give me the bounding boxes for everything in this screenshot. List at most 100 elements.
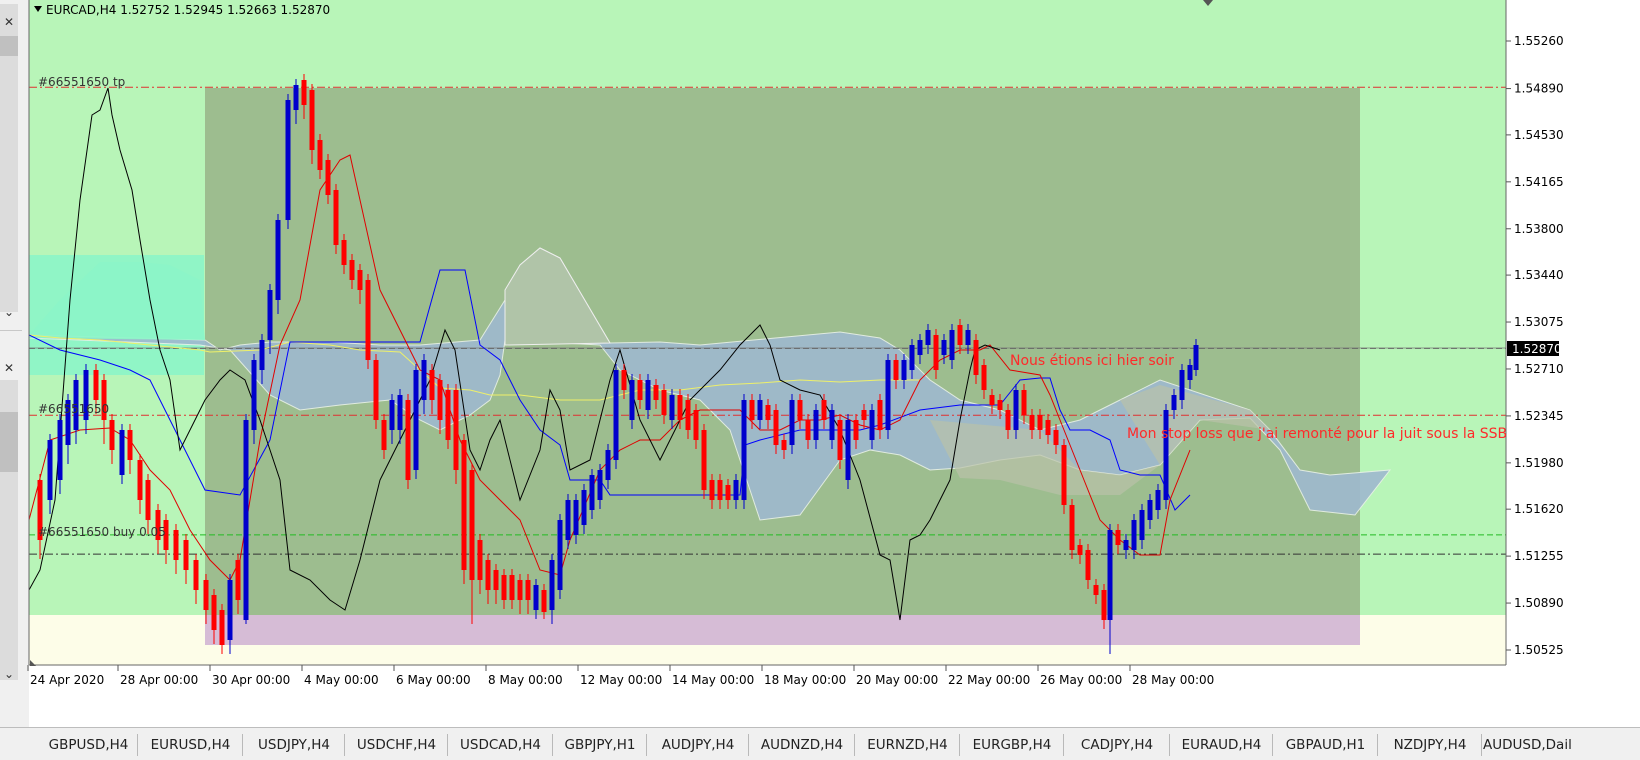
candle-body [57, 420, 63, 480]
candle-body [469, 470, 475, 580]
candle-body [925, 330, 931, 345]
candle-body [637, 380, 643, 400]
candle-body [397, 395, 403, 430]
order-label-tp: #66551650 tp [38, 75, 125, 89]
symbol-tab-euraud-h4[interactable]: EURAUD,H4 [1171, 734, 1273, 756]
candle-body [765, 405, 771, 420]
symbol-tab-usdjpy-h4[interactable]: USDJPY,H4 [244, 734, 345, 756]
time-tick-label: 20 May 00:00 [856, 673, 938, 687]
candle-body [941, 340, 947, 355]
candle-body [405, 400, 411, 480]
symbol-header: EURCAD,H4 1.52752 1.52945 1.52663 1.5287… [46, 3, 330, 17]
candle-body [461, 440, 467, 570]
candle-body [1037, 415, 1043, 430]
candle-body [1115, 530, 1121, 545]
candle-body [1147, 500, 1153, 520]
time-tick-label: 24 Apr 2020 [30, 673, 104, 687]
symbol-tab-eurusd-h4[interactable]: EURUSD,H4 [139, 734, 243, 756]
candle-body [869, 410, 875, 440]
candle-body [193, 560, 199, 590]
symbol-tab-gbpaud-h1[interactable]: GBPAUD,H1 [1274, 734, 1378, 756]
candle-body [1021, 390, 1027, 415]
candle-body [813, 410, 819, 440]
time-tick-label: 8 May 00:00 [488, 673, 563, 687]
candle-body [621, 370, 627, 390]
candle-body [477, 540, 483, 580]
candle-body [235, 560, 241, 600]
candle-body [581, 490, 587, 525]
current-price-label: 1.52870 [1512, 342, 1562, 356]
candle-body [821, 400, 827, 420]
candle-body [1101, 590, 1107, 620]
symbol-tab-audnzd-h4[interactable]: AUDNZD,H4 [750, 734, 855, 756]
symbol-tab-audjpy-h4[interactable]: AUDJPY,H4 [648, 734, 749, 756]
candle-body [389, 400, 395, 430]
symbol-tab-gbpusd-h4[interactable]: GBPUSD,H4 [40, 734, 138, 756]
time-tick-label: 4 May 00:00 [304, 673, 379, 687]
candle-body [789, 400, 795, 445]
candle-body [717, 480, 723, 500]
price-tick-label: 1.51620 [1514, 502, 1564, 516]
time-tick-label: 26 May 00:00 [1040, 673, 1122, 687]
candle-body [805, 420, 811, 440]
candle-body [1069, 505, 1075, 550]
candle-body [109, 420, 115, 450]
candle-body [877, 400, 883, 430]
candle-body [773, 410, 779, 445]
candle-body [317, 140, 323, 170]
price-chart[interactable]: EURCAD,H4 1.52752 1.52945 1.52663 1.5287… [0, 0, 1640, 727]
symbol-tab-usdchf-h4[interactable]: USDCHF,H4 [346, 734, 448, 756]
candle-body [669, 395, 675, 420]
candle-body [605, 450, 611, 480]
candle-body [227, 580, 233, 640]
time-tick-label: 30 Apr 00:00 [212, 673, 290, 687]
price-tick-label: 1.54890 [1514, 82, 1564, 96]
symbol-tab-eurnzd-h4[interactable]: EURNZD,H4 [856, 734, 960, 756]
candle-body [701, 430, 707, 490]
candle-body [829, 410, 835, 440]
candle-body [365, 280, 371, 360]
candle-body [885, 360, 891, 430]
price-tick-label: 1.53075 [1514, 315, 1564, 329]
candle-body [349, 260, 355, 280]
time-tick-label: 6 May 00:00 [396, 673, 471, 687]
candle-body [1193, 345, 1199, 370]
candle-body [597, 470, 603, 500]
symbol-tab-nzdjpy-h4[interactable]: NZDJPY,H4 [1379, 734, 1482, 756]
candle-body [613, 370, 619, 460]
candle-body [119, 430, 125, 475]
symbol-tab-gbpjpy-h1[interactable]: GBPJPY,H1 [554, 734, 647, 756]
price-tick-label: 1.53440 [1514, 268, 1564, 282]
symbol-tabs-bar: GBPUSD,H4 EURUSD,H4 USDJPY,H4 USDCHF,H4 USDC… [0, 727, 1640, 760]
candle-body [517, 580, 523, 600]
symbol-tab-audusd-dail[interactable]: AUDUSD,Dail [1483, 734, 1578, 756]
candle-body [1013, 390, 1019, 430]
symbol-tab-cadjpy-h4[interactable]: CADJPY,H4 [1065, 734, 1170, 756]
time-tick-label: 28 May 00:00 [1132, 673, 1214, 687]
candle-body [997, 400, 1003, 410]
price-axis-area [1506, 0, 1640, 665]
candle-body [781, 440, 787, 450]
price-tick-label: 1.50890 [1514, 596, 1564, 610]
candle-body [1061, 445, 1067, 505]
candle-body [589, 475, 595, 510]
candle-body [285, 100, 291, 220]
candle-body [573, 500, 579, 535]
candle-body [173, 530, 179, 560]
candle-body [685, 400, 691, 430]
candle-body [373, 360, 379, 420]
symbol-tab-eurgbp-h4[interactable]: EURGBP,H4 [961, 734, 1064, 756]
candle-body [949, 330, 955, 360]
candle-body [501, 575, 507, 600]
price-tick-label: 1.52710 [1514, 362, 1564, 376]
candle-body [293, 85, 299, 110]
candle-body [1171, 395, 1177, 410]
annotation-yesterday: Nous étions ici hier soir [1010, 353, 1174, 369]
candle-body [725, 485, 731, 500]
purple-zone-rectangle [205, 615, 1360, 645]
candle-body [797, 400, 803, 420]
candle-body [557, 520, 563, 590]
candle-body [909, 345, 915, 370]
candle-body [853, 420, 859, 440]
symbol-tab-usdcad-h4[interactable]: USDCAD,H4 [449, 734, 553, 756]
